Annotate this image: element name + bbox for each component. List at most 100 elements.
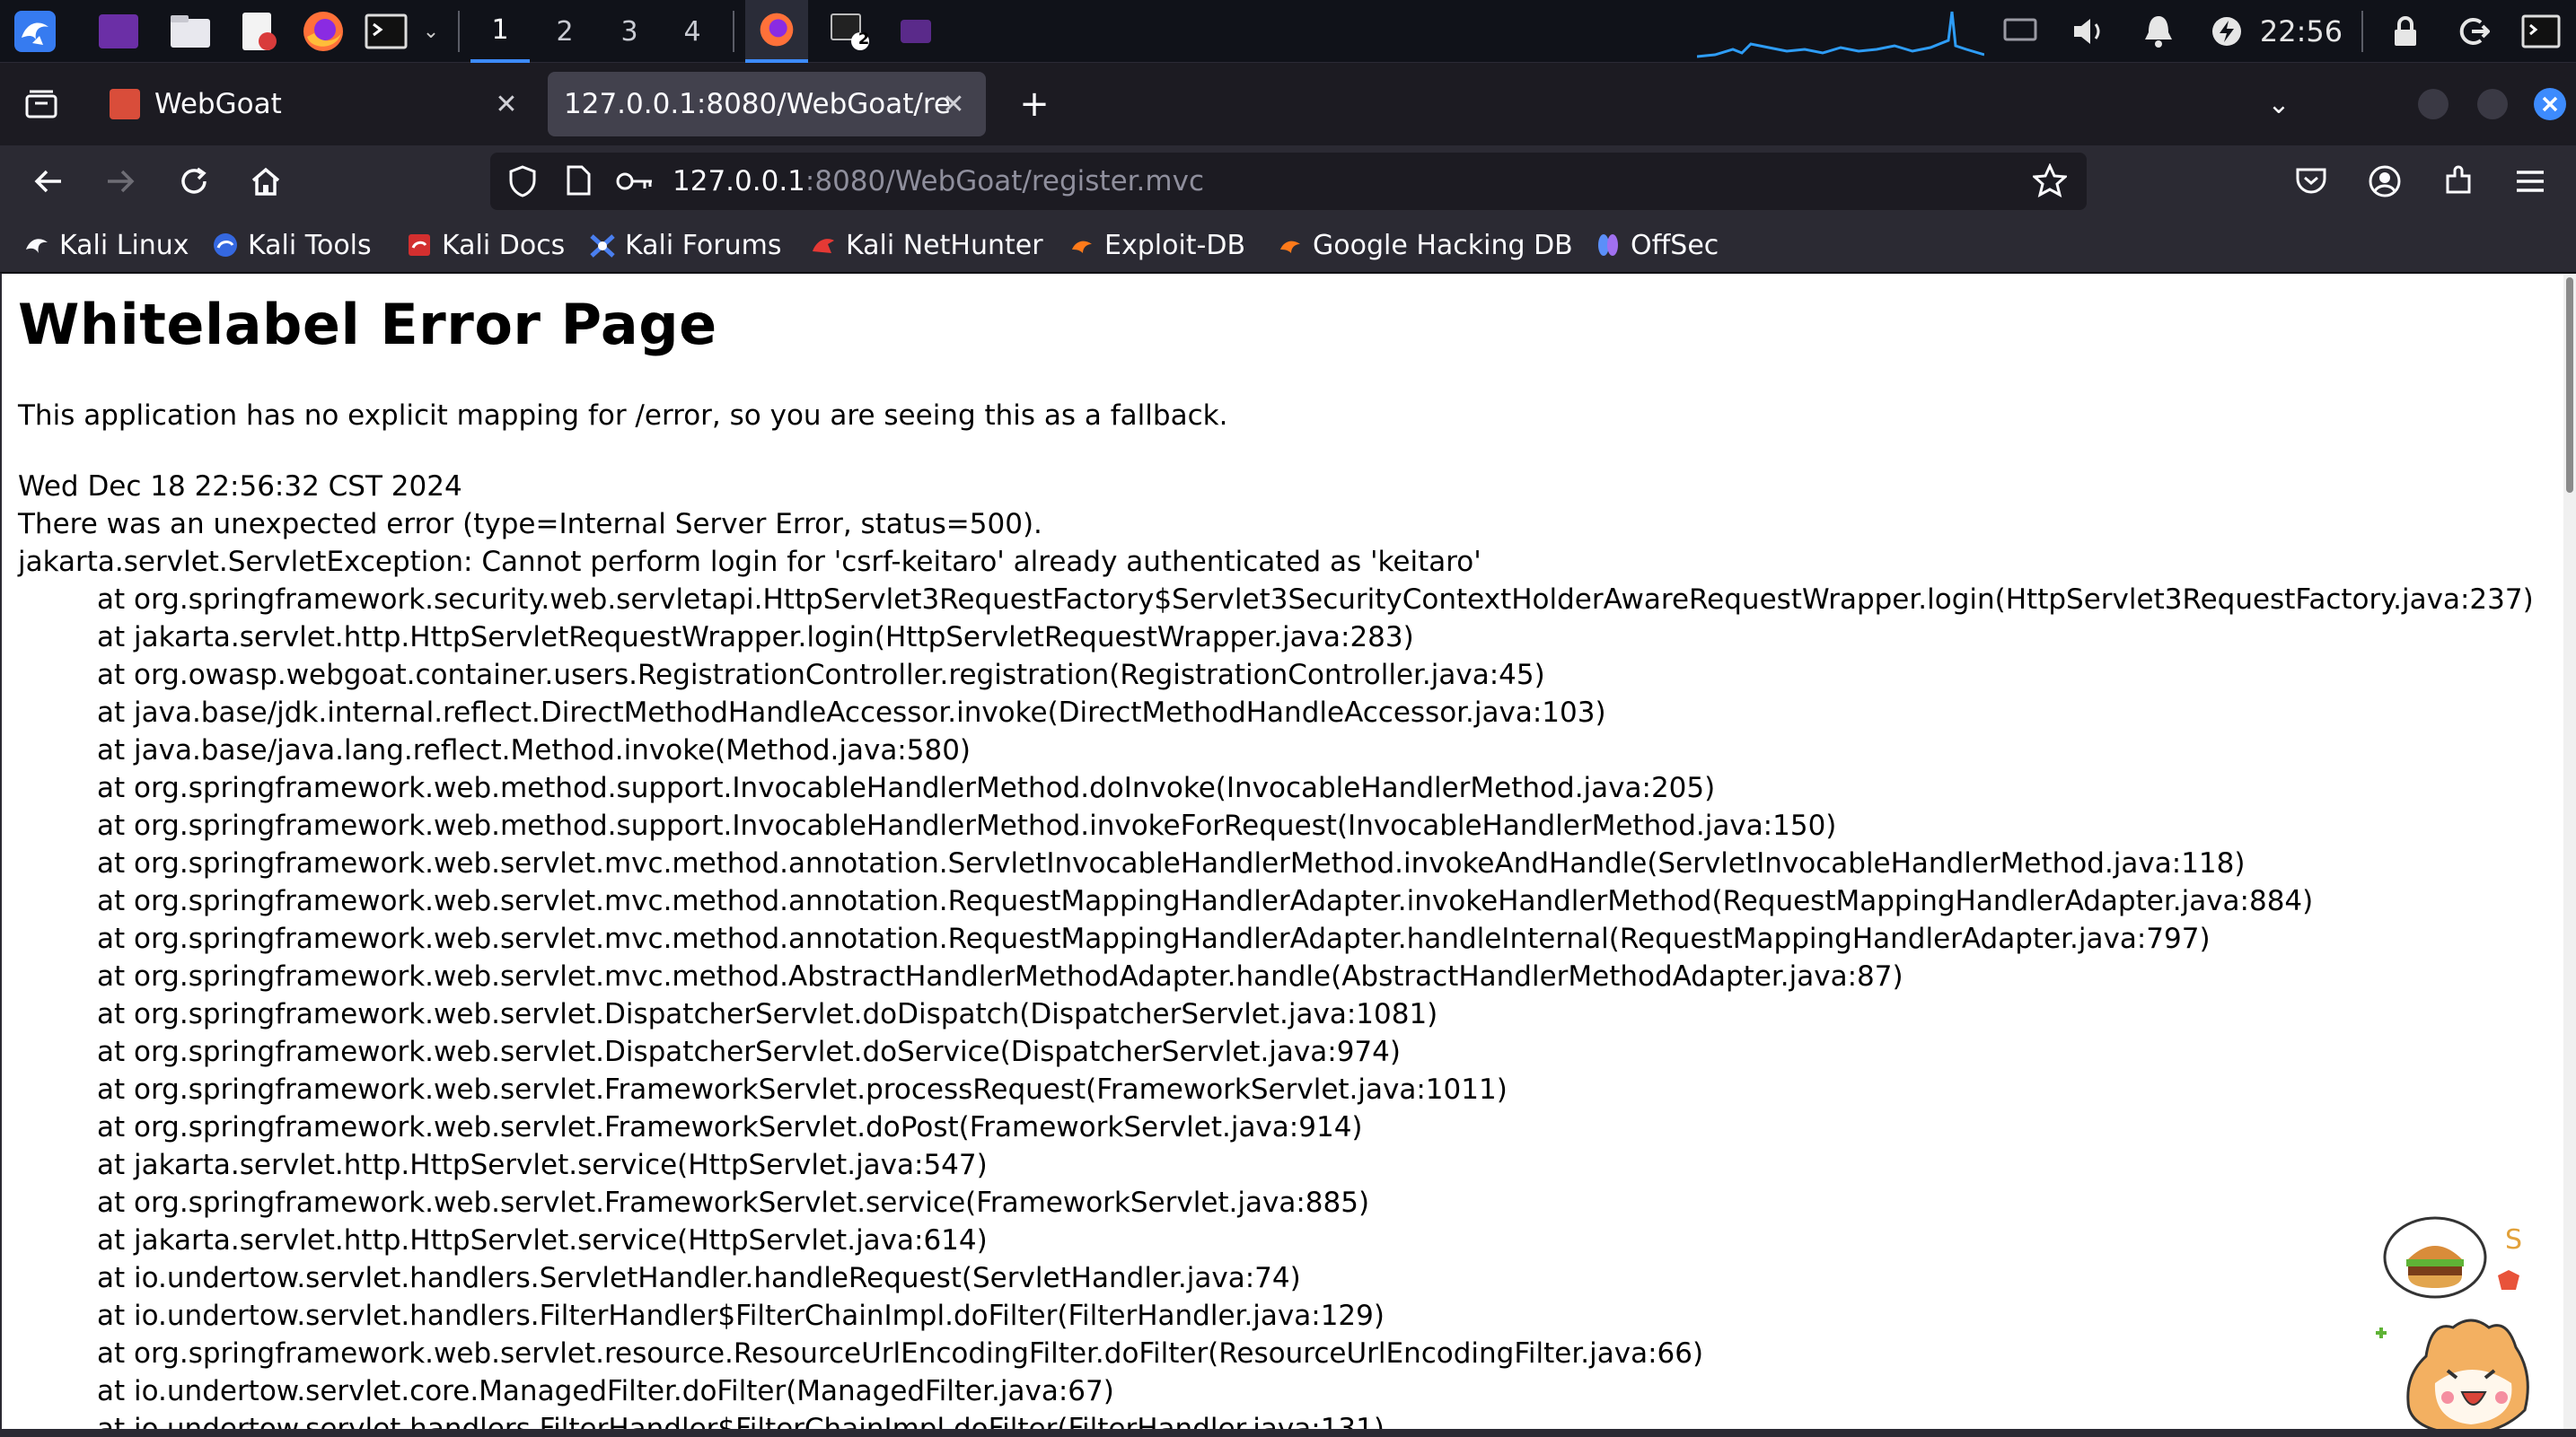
stack-trace-line: at org.springframework.security.web.serv… <box>97 583 2534 616</box>
scrollbar-thumb[interactable] <box>2566 277 2573 493</box>
firefox-view-icon[interactable] <box>13 72 70 136</box>
power-status-icon[interactable] <box>2202 0 2252 63</box>
extensions-icon[interactable] <box>2433 156 2484 206</box>
pocket-icon[interactable] <box>2286 156 2336 206</box>
reload-button[interactable] <box>169 156 219 206</box>
tab-register[interactable]: 127.0.0.1:8080/WebGoat/reg ✕ <box>548 72 986 136</box>
stack-trace-line: at org.springframework.web.servlet.Dispa… <box>97 998 1438 1030</box>
hamburger-menu-icon[interactable] <box>2505 156 2555 206</box>
bookmark-label: Kali NetHunter <box>846 229 1043 261</box>
terminal-launcher-icon[interactable] <box>359 0 413 63</box>
bookmark-label: Exploit-DB <box>1104 229 1246 261</box>
stack-trace-line: at org.springframework.web.servlet.mvc.m… <box>97 960 1903 993</box>
bookmark-kali-tools[interactable]: Kali Tools <box>212 226 372 264</box>
close-tab-icon[interactable]: ✕ <box>488 86 524 122</box>
chevron-down-icon[interactable]: ⌄ <box>413 0 449 63</box>
stack-trace-line: at org.springframework.web.servlet.Frame… <box>97 1073 1508 1106</box>
error-details: Wed Dec 18 22:56:32 CST 2024 There was a… <box>18 468 2534 1437</box>
key-permission-icon[interactable] <box>616 169 654 197</box>
browser-tab-strip: WebGoat ✕ 127.0.0.1:8080/WebGoat/reg ✕ +… <box>0 63 2576 145</box>
bookmark-exploit-db[interactable]: Exploit-DB <box>1068 226 1245 264</box>
app-launcher-icon[interactable] <box>90 0 147 63</box>
kali-dragon-icon <box>23 232 50 258</box>
close-tab-icon[interactable]: ✕ <box>936 86 971 122</box>
minimize-window-button[interactable] <box>2413 72 2453 136</box>
lock-screen-icon[interactable] <box>2383 0 2428 63</box>
bookmark-kali-forums[interactable]: Kali Forums <box>589 226 781 264</box>
stack-trace-line: at java.base/jdk.internal.reflect.Direct… <box>97 697 1606 729</box>
app-task-icon[interactable] <box>889 0 943 63</box>
bookmark-google-hacking-db[interactable]: Google Hacking DB <box>1277 226 1573 264</box>
window-bottom-border <box>0 1429 2576 1437</box>
stack-trace-line: at org.springframework.web.method.suppor… <box>97 810 1837 842</box>
page-title: Whitelabel Error Page <box>18 292 717 357</box>
terminal-task-icon[interactable]: 2 <box>819 0 882 63</box>
shiba-mascot-sticker[interactable]: S <box>2372 1213 2561 1437</box>
workspace-4[interactable]: 4 <box>663 0 722 63</box>
stack-trace-line: at org.springframework.web.servlet.Frame… <box>97 1187 1370 1219</box>
stack-trace-line: at org.owasp.webgoat.container.users.Reg… <box>97 659 1545 691</box>
new-tab-button[interactable]: + <box>1009 72 1059 136</box>
tracking-protection-shield-icon[interactable] <box>508 165 537 201</box>
bookmarks-toolbar: Kali Linux Kali Tools Kali Docs Kali For… <box>0 217 2576 273</box>
maximize-window-button[interactable] <box>2473 72 2512 136</box>
exception-message: jakarta.servlet.ServletException: Cannot… <box>18 546 1481 578</box>
account-icon[interactable] <box>2360 156 2410 206</box>
stack-trace-line: at org.springframework.web.method.suppor… <box>97 772 1716 804</box>
bookmark-star-icon[interactable] <box>2031 162 2069 201</box>
volume-icon[interactable] <box>2063 0 2114 63</box>
close-window-button[interactable] <box>2530 72 2570 136</box>
display-icon[interactable] <box>1995 0 2045 63</box>
address-bar[interactable]: 127.0.0.1:8080/WebGoat/register.mvc <box>490 153 2087 210</box>
forward-button[interactable] <box>95 156 145 206</box>
bookmark-label: Kali Tools <box>248 229 372 261</box>
firefox-task-icon[interactable] <box>745 0 808 63</box>
kali-menu-icon[interactable] <box>7 0 63 63</box>
workspace-2[interactable]: 2 <box>535 0 594 63</box>
stack-trace-line: at io.undertow.servlet.handlers.FilterHa… <box>97 1300 1385 1332</box>
list-all-tabs-icon[interactable]: ⌄ <box>2254 72 2304 136</box>
firefox-launcher-icon[interactable] <box>295 0 352 63</box>
bookmark-label: Google Hacking DB <box>1313 229 1573 261</box>
kali-forums-icon <box>589 232 616 258</box>
terminal-count-badge: 2 <box>857 30 870 48</box>
stack-trace-line: at jakarta.servlet.http.HttpServlet.serv… <box>97 1149 988 1181</box>
bookmark-kali-docs[interactable]: Kali Docs <box>406 226 565 264</box>
url-text[interactable]: 127.0.0.1:8080/WebGoat/register.mvc <box>673 165 1204 197</box>
navigation-toolbar: 127.0.0.1:8080/WebGoat/register.mvc <box>0 145 2576 217</box>
home-button[interactable] <box>241 156 291 206</box>
bookmark-label: Kali Forums <box>625 229 782 261</box>
offsec-icon <box>1595 232 1622 258</box>
network-graph-widget <box>1697 0 1984 63</box>
stack-trace-line: at io.undertow.servlet.core.ManagedFilte… <box>97 1375 1114 1407</box>
terminal-shortcut-icon[interactable] <box>2516 0 2566 63</box>
bookmark-kali-nethunter[interactable]: Kali NetHunter <box>810 226 1043 264</box>
workspace-1[interactable]: 1 <box>470 0 530 63</box>
tab-webgoat[interactable]: WebGoat ✕ <box>93 72 539 136</box>
stack-trace-line: at org.springframework.web.servlet.resou… <box>97 1337 1704 1370</box>
stack-trace-line: at io.undertow.servlet.handlers.ServletH… <box>97 1262 1301 1294</box>
bookmark-label: OffSec <box>1631 229 1719 261</box>
bookmark-offsec[interactable]: OffSec <box>1595 226 1719 264</box>
stack-trace-line: at java.base/java.lang.reflect.Method.in… <box>97 734 971 767</box>
vertical-scrollbar[interactable] <box>2563 274 2576 1437</box>
notification-bell-icon[interactable] <box>2133 0 2184 63</box>
logout-icon[interactable] <box>2451 0 2496 63</box>
fallback-message: This application has no explicit mapping… <box>18 399 1228 432</box>
nethunter-icon <box>810 232 837 258</box>
bookmark-label: Kali Linux <box>59 229 189 261</box>
url-host: 127.0.0.1 <box>673 165 805 197</box>
stack-trace-line: at jakarta.servlet.http.HttpServletReque… <box>97 621 1414 653</box>
back-button[interactable] <box>23 156 74 206</box>
workspace-3[interactable]: 3 <box>600 0 659 63</box>
system-taskbar: ⌄ 1 2 3 4 2 22:56 <box>0 0 2576 63</box>
url-path: :8080/WebGoat/register.mvc <box>804 165 1205 197</box>
stack-trace-line: at org.springframework.web.servlet.mvc.m… <box>97 923 2211 955</box>
clock[interactable]: 22:56 <box>2252 0 2351 63</box>
ghdb-icon <box>1277 232 1304 258</box>
file-manager-icon[interactable] <box>162 0 219 63</box>
bookmark-kali-linux[interactable]: Kali Linux <box>23 226 189 264</box>
text-editor-icon[interactable] <box>230 0 287 63</box>
tab-label: WebGoat <box>154 88 282 120</box>
page-info-icon[interactable] <box>566 165 591 199</box>
